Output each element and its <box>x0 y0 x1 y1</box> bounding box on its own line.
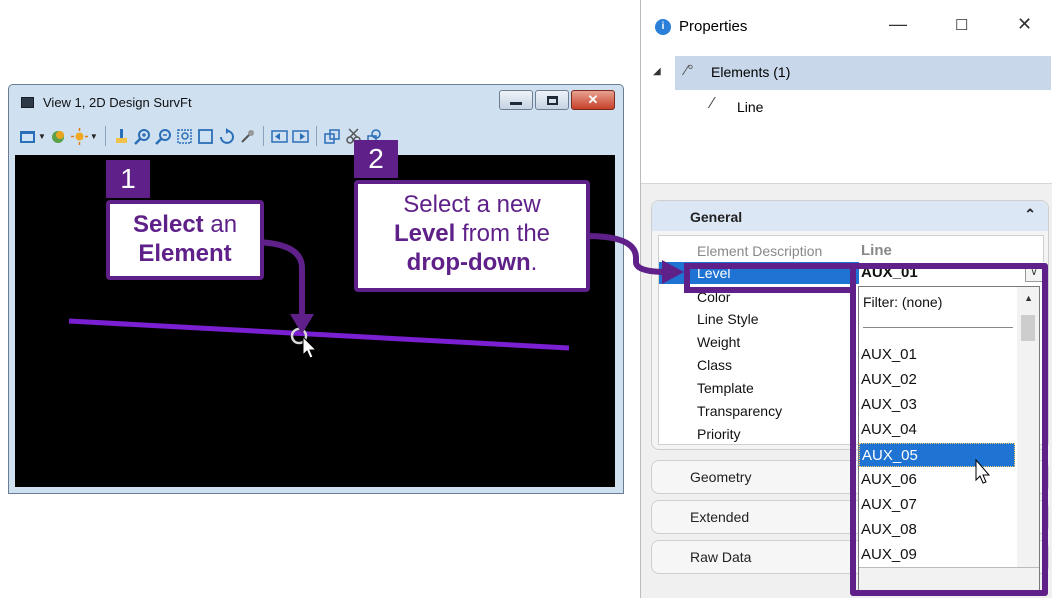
line-icon: ⁄ <box>711 95 714 112</box>
scroll-up-icon[interactable]: ▲ <box>1024 293 1033 303</box>
properties-titlebar[interactable]: i Properties — ☐ ✕ <box>641 0 1052 54</box>
level-option[interactable]: AUX_02 <box>859 368 1015 392</box>
step-2-period: . <box>530 249 538 276</box>
level-filter-label[interactable]: Filter: (none) <box>863 294 942 310</box>
scrollbar-thumb[interactable] <box>1021 315 1035 341</box>
property-name: Transparency <box>697 403 783 419</box>
property-name: Template <box>697 380 754 396</box>
view-previous-icon[interactable] <box>239 128 256 145</box>
close-icon[interactable]: ✕ <box>1017 14 1032 35</box>
general-section-label: General <box>690 209 743 225</box>
resize-grip[interactable] <box>859 567 1039 591</box>
chevron-down-icon[interactable]: ▼ <box>90 132 98 141</box>
maximize-icon[interactable]: ☐ <box>955 16 968 34</box>
elements-icon: ⁄° <box>685 62 694 79</box>
level-option-selected[interactable]: AUX_05 <box>859 443 1015 467</box>
property-name: Color <box>697 289 731 305</box>
step-1-text-an: an <box>203 211 238 238</box>
filter-divider <box>863 327 1013 328</box>
minimize-icon[interactable]: — <box>889 14 907 35</box>
maximize-icon <box>546 95 558 105</box>
step-2-line2: Level from the <box>358 219 586 248</box>
raw-data-section-label: Raw Data <box>690 549 752 565</box>
dropdown-scrollbar[interactable]: ▲ <box>1017 287 1039 567</box>
maximize-button[interactable] <box>535 90 569 110</box>
close-button[interactable]: ✕ <box>571 90 615 110</box>
line-element[interactable] <box>68 318 570 351</box>
selection-tree: ◢ ⁄° Elements (1) ⁄ Line <box>641 54 1052 184</box>
step-2-line1: Select a new <box>403 191 541 218</box>
property-row-level[interactable]: Level AUX_01 ∨ <box>659 262 1045 284</box>
step-2-callout: Select a new Level from the drop-down. <box>354 180 590 292</box>
step-1-line1: Select an <box>110 210 260 239</box>
display-style-icon[interactable] <box>50 128 67 145</box>
step-1-callout: Select an Element <box>106 200 264 280</box>
view-app-icon <box>21 97 34 108</box>
step-1-line2: Element <box>110 239 260 268</box>
minimize-icon <box>510 101 522 105</box>
toolbar-separator <box>315 126 317 146</box>
property-name: Weight <box>697 334 741 350</box>
level-dropdown[interactable]: AUX_01 ∨ <box>859 262 1045 284</box>
toolbar-separator <box>104 126 106 146</box>
chevron-down-icon[interactable]: ∨ <box>1025 264 1043 282</box>
property-value: Line <box>861 242 892 259</box>
window-area-icon[interactable] <box>176 128 193 145</box>
tree-item-elements-label: Elements (1) <box>711 64 791 80</box>
tree-item-line-label[interactable]: Line <box>737 99 763 115</box>
zoom-in-icon[interactable] <box>133 128 151 145</box>
level-dropdown-value: AUX_01 <box>861 264 918 281</box>
step-1-badge: 1 <box>106 160 150 198</box>
property-name: Element Description <box>697 243 823 259</box>
property-name: Line Style <box>697 311 759 327</box>
step-2-line3: drop-down. <box>358 248 586 277</box>
previous-view-icon[interactable] <box>271 128 288 145</box>
property-name: Priority <box>697 426 741 442</box>
tutorial-screenshot: View 1, 2D Design SurvFt ✕ ▼ ▼ i Propert… <box>0 0 1052 598</box>
step-1-bold-element: Element <box>138 240 232 267</box>
level-option[interactable]: AUX_09 <box>859 543 1015 567</box>
step-2-bold-dropdown: drop-down <box>406 249 531 276</box>
copy-view-icon[interactable] <box>324 128 341 145</box>
minimize-button[interactable] <box>499 90 533 110</box>
fit-view-icon[interactable] <box>197 128 214 145</box>
geometry-section-label: Geometry <box>690 469 752 485</box>
extended-section-label: Extended <box>690 509 750 525</box>
level-option[interactable]: AUX_01 <box>859 343 1015 367</box>
property-name: Level <box>697 265 731 281</box>
properties-info-icon: i <box>655 19 671 35</box>
mouse-cursor-icon <box>302 335 318 359</box>
property-name: Class <box>697 357 733 373</box>
close-icon: ✕ <box>587 92 599 107</box>
level-option[interactable]: AUX_04 <box>859 418 1015 442</box>
level-dropdown-list[interactable]: Filter: (none) AUX_01 AUX_02 AUX_03 AUX_… <box>858 286 1040 592</box>
rotate-view-icon[interactable] <box>218 127 235 145</box>
toolbar-separator <box>262 126 264 146</box>
step-1-bold-select: Select <box>132 211 204 238</box>
tree-expand-icon[interactable]: ◢ <box>653 66 661 77</box>
view-attributes-icon[interactable] <box>19 128 36 145</box>
chevron-down-icon[interactable]: ▼ <box>38 132 46 141</box>
step-2-badge: 2 <box>354 140 398 178</box>
step-2-bold-level: Level <box>393 220 456 247</box>
lighting-icon[interactable] <box>70 127 88 145</box>
update-view-icon[interactable] <box>113 128 130 145</box>
collapse-icon[interactable]: ⌃ <box>1024 206 1036 223</box>
view-title: View 1, 2D Design SurvFt <box>43 95 192 110</box>
next-view-icon[interactable] <box>292 128 309 145</box>
properties-title: Properties <box>679 18 748 35</box>
property-row-element-description: Element Description Line <box>659 240 1045 262</box>
window-controls: ✕ <box>499 90 615 110</box>
level-option[interactable]: AUX_03 <box>859 393 1015 417</box>
general-section-header[interactable]: General ⌃ <box>652 201 1048 231</box>
step-2-text-from: from the <box>455 220 551 247</box>
level-option[interactable]: AUX_07 <box>859 493 1015 517</box>
level-option[interactable]: AUX_06 <box>859 468 1015 492</box>
level-option[interactable]: AUX_08 <box>859 518 1015 542</box>
zoom-out-icon[interactable] <box>154 128 172 145</box>
view-titlebar[interactable]: View 1, 2D Design SurvFt ✕ <box>9 85 623 121</box>
view-toolbar: ▼ ▼ <box>13 123 619 149</box>
